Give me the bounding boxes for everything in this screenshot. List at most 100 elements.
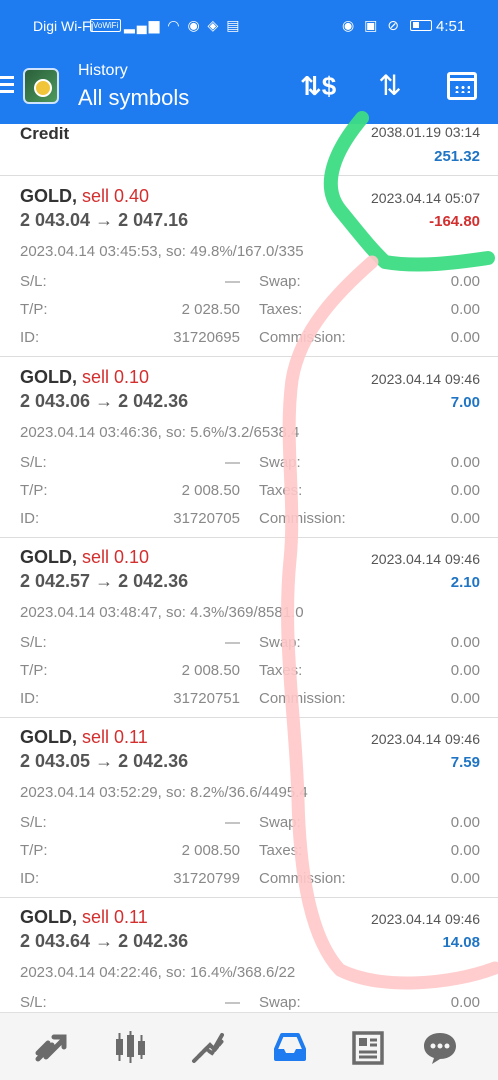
deal-row[interactable]: GOLD, sell 0.40 2 043.04 → 2 047.16 2023… — [0, 176, 498, 357]
sort-icon[interactable]: ⇅ — [372, 68, 408, 104]
deal-info: 2023.04.14 03:46:36, so: 5.6%/3.2/6538.4 — [20, 424, 300, 441]
deal-profit: 7.00 — [450, 394, 480, 411]
tp-label: T/P: — [20, 301, 48, 318]
sl-label: S/L: — [20, 454, 47, 471]
id-label: ID: — [20, 690, 40, 707]
taxes-value: 0.00 — [450, 301, 480, 318]
history-icon[interactable] — [270, 1027, 310, 1067]
commission-value: 0.00 — [450, 690, 480, 707]
commission-value: 0.00 — [450, 870, 480, 887]
sl-label: S/L: — [20, 634, 47, 651]
commission-label: Commission: — [259, 870, 346, 887]
deal-symbol: GOLD, — [20, 367, 77, 387]
swap-value: 0.00 — [450, 994, 480, 1011]
swap-label: Swap: — [259, 454, 301, 471]
taxes-value: 0.00 — [450, 842, 480, 859]
commission-label: Commission: — [259, 690, 346, 707]
tp-value: 2 028.50 — [181, 301, 240, 318]
deal-prices: 2 042.57 → 2 042.36 — [20, 571, 189, 591]
id-label: ID: — [20, 870, 40, 887]
deal-symbol: GOLD, — [20, 907, 77, 927]
deal-profit: -164.80 — [429, 213, 480, 230]
battery-icon — [410, 20, 432, 31]
deal-date: 2023.04.14 05:07 — [371, 190, 480, 206]
swap-label: Swap: — [259, 814, 301, 831]
credit-row[interactable]: Credit 2038.01.19 03:14 251.32 — [0, 124, 498, 176]
status-bar: Digi Wi-Fi VoWiFi ▂▄▆ ◠ ◉ ◈ ▤ ◉ ▣ ⊘ 4:51 — [0, 0, 498, 50]
history-list[interactable]: Credit 2038.01.19 03:14 251.32 GOLD, sel… — [0, 124, 498, 1012]
quotes-icon[interactable] — [32, 1027, 72, 1067]
deal-info: 2023.04.14 04:22:46, so: 16.4%/368.6/22 — [20, 964, 296, 981]
tp-label: T/P: — [20, 482, 48, 499]
menu-icon[interactable] — [0, 76, 14, 96]
vowifi-badge: VoWiFi — [90, 19, 122, 32]
id-label: ID: — [20, 510, 40, 527]
deal-row[interactable]: GOLD, sell 0.11 2 043.05 → 2 042.36 2023… — [0, 717, 498, 898]
commission-value: 0.00 — [450, 510, 480, 527]
credit-amount: 251.32 — [434, 148, 480, 165]
swap-label: Swap: — [259, 273, 301, 290]
trade-icon[interactable] — [188, 1027, 228, 1067]
deal-info: 2023.04.14 03:45:53, so: 49.8%/167.0/335 — [20, 243, 304, 260]
commission-label: Commission: — [259, 329, 346, 346]
id-label: ID: — [20, 329, 40, 346]
news-icon[interactable] — [348, 1027, 388, 1067]
sl-value: — — [225, 454, 240, 471]
app-logo — [23, 68, 59, 104]
deal-row[interactable]: GOLD, sell 0.11 2 043.64 → 2 042.36 2023… — [0, 897, 498, 1012]
status-icons: ◉ ▣ ⊘ — [342, 17, 402, 33]
tp-value: 2 008.50 — [181, 842, 240, 859]
deal-prices: 2 043.64 → 2 042.36 — [20, 931, 189, 951]
deal-info: 2023.04.14 03:48:47, so: 4.3%/369/8581.0 — [20, 604, 304, 621]
carrier-name: Digi Wi-Fi — [33, 18, 94, 34]
id-value: 31720695 — [173, 329, 240, 346]
tp-label: T/P: — [20, 662, 48, 679]
page-title[interactable]: All symbols — [78, 85, 189, 111]
swap-value: 0.00 — [450, 814, 480, 831]
deal-profit: 2.10 — [450, 574, 480, 591]
sl-label: S/L: — [20, 814, 47, 831]
taxes-label: Taxes: — [259, 842, 303, 859]
tp-label: T/P: — [20, 842, 48, 859]
taxes-label: Taxes: — [259, 482, 303, 499]
taxes-value: 0.00 — [450, 662, 480, 679]
chart-icon[interactable] — [110, 1027, 150, 1067]
taxes-label: Taxes: — [259, 662, 303, 679]
deal-side: sell 0.10 — [82, 367, 150, 387]
deal-date: 2023.04.14 09:46 — [371, 551, 480, 567]
id-value: 31720751 — [173, 690, 240, 707]
deal-profit: 7.59 — [450, 754, 480, 771]
deal-side: sell 0.10 — [82, 547, 150, 567]
sl-label: S/L: — [20, 994, 47, 1011]
deal-date: 2023.04.14 09:46 — [371, 731, 480, 747]
id-value: 31720705 — [173, 510, 240, 527]
deal-symbol: GOLD, — [20, 547, 77, 567]
sl-value: — — [225, 634, 240, 651]
deal-info: 2023.04.14 03:52:29, so: 8.2%/36.6/4495.… — [20, 784, 308, 801]
chat-icon[interactable] — [420, 1027, 460, 1067]
taxes-value: 0.00 — [450, 482, 480, 499]
swap-value: 0.00 — [450, 454, 480, 471]
deal-row[interactable]: GOLD, sell 0.10 2 043.06 → 2 042.36 2023… — [0, 357, 498, 538]
deal-side: sell 0.11 — [82, 907, 148, 927]
swap-label: Swap: — [259, 994, 301, 1011]
deal-symbol: GOLD, — [20, 186, 77, 206]
balance-icon[interactable]: ⇅$ — [300, 68, 336, 104]
taxes-label: Taxes: — [259, 301, 303, 318]
deal-row[interactable]: GOLD, sell 0.10 2 042.57 → 2 042.36 2023… — [0, 537, 498, 718]
bottom-nav — [0, 1012, 498, 1080]
deal-prices: 2 043.04 → 2 047.16 — [20, 210, 189, 230]
calendar-icon[interactable] — [444, 68, 480, 104]
sl-value: — — [225, 273, 240, 290]
deal-symbol: GOLD, — [20, 727, 77, 747]
sl-label: S/L: — [20, 273, 47, 290]
sl-value: — — [225, 814, 240, 831]
deal-side: sell 0.11 — [82, 727, 148, 747]
swap-value: 0.00 — [450, 273, 480, 290]
deal-prices: 2 043.06 → 2 042.36 — [20, 391, 189, 411]
deal-side: sell 0.40 — [82, 186, 150, 206]
swap-value: 0.00 — [450, 634, 480, 651]
deal-profit: 14.08 — [442, 934, 480, 951]
deal-date: 2023.04.14 09:46 — [371, 371, 480, 387]
sl-value: — — [225, 994, 240, 1011]
